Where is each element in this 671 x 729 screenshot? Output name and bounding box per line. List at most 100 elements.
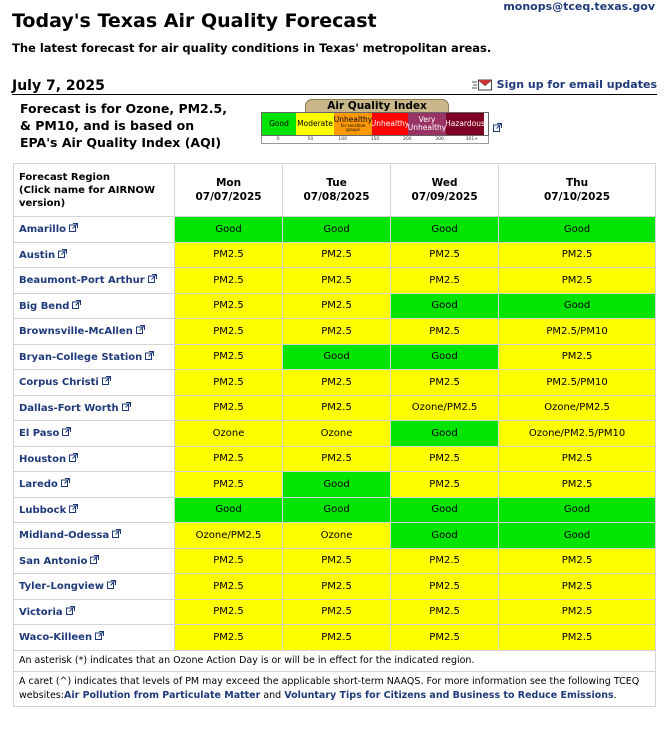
external-link-icon[interactable] (112, 529, 122, 541)
region-cell[interactable]: Victoria (13, 598, 175, 625)
external-link-icon[interactable] (72, 299, 82, 312)
region-link[interactable]: Midland-Odessa (19, 530, 109, 541)
forecast-cell: PM2.5 (173, 624, 284, 651)
external-link-icon[interactable] (90, 554, 100, 567)
region-link[interactable]: Victoria (19, 607, 63, 618)
forecast-cell: Good (282, 471, 392, 498)
region-cell[interactable]: Tyler-Longview (13, 573, 175, 600)
region-link[interactable]: Houston (19, 454, 66, 465)
region-cell[interactable]: Big Bend (13, 292, 175, 319)
region-link[interactable]: Laredo (19, 479, 58, 490)
forecast-cell: Good (498, 292, 656, 319)
voluntary-tips-link[interactable]: Voluntary Tips for Citizens and Business… (284, 690, 613, 701)
table-row: Amarillo Good Good Good Good (13, 216, 656, 243)
forecast-cell: PM2.5 (390, 318, 500, 345)
region-link[interactable]: Lubbock (19, 505, 66, 516)
forecast-cell: Good (282, 496, 392, 523)
forecast-cell: PM2.5 (282, 445, 392, 472)
aqi-legend[interactable]: Air Quality Index Good Moderate Unhealth… (261, 99, 502, 144)
external-link-icon[interactable] (95, 631, 105, 643)
external-link-icon[interactable] (62, 427, 72, 439)
region-cell[interactable]: Houston (13, 445, 175, 472)
region-cell[interactable]: Amarillo (13, 216, 175, 243)
region-link[interactable]: El Paso (19, 428, 59, 439)
table-row: Lubbock Good Good Good Good (13, 496, 656, 523)
forecast-cell: PM2.5 (173, 369, 284, 396)
region-cell[interactable]: Dallas-Fort Worth (13, 394, 175, 421)
external-link-icon[interactable] (65, 605, 75, 618)
region-link[interactable]: Brownsville-McAllen (19, 326, 133, 337)
caret-note-row: A caret (^) indicates that levels of PM … (13, 670, 656, 707)
external-link-icon[interactable] (121, 401, 131, 414)
external-link-icon[interactable] (69, 503, 79, 516)
region-cell[interactable]: Beaumont-Port Arthur (13, 267, 175, 294)
region-link[interactable]: Beaumont-Port Arthur (19, 275, 145, 286)
external-link-icon[interactable] (58, 248, 68, 261)
aqi-scale-tick: 150 (370, 137, 380, 142)
region-cell[interactable]: Corpus Christi (13, 369, 175, 396)
external-link-icon[interactable] (135, 325, 145, 337)
region-link[interactable]: Corpus Christi (19, 377, 99, 388)
region-link[interactable]: Big Bend (19, 301, 69, 312)
particulate-matter-link[interactable]: Air Pollution from Particulate Matter (64, 690, 260, 701)
region-cell[interactable]: Waco-Killeen (13, 624, 175, 651)
forecast-cell: Good (282, 216, 392, 243)
external-link-icon[interactable] (493, 123, 502, 132)
region-cell[interactable]: Lubbock (13, 496, 175, 523)
region-cell[interactable]: Bryan-College Station (13, 343, 175, 370)
aqi-scale-tick: 100 (338, 137, 347, 142)
forecast-cell: PM2.5 (173, 547, 284, 574)
region-cell[interactable]: Midland-Odessa (13, 522, 175, 549)
forecast-cell: Good (390, 420, 500, 447)
region-link[interactable]: Dallas-Fort Worth (19, 403, 119, 414)
forecast-cell: Good (173, 496, 284, 523)
aqi-legend-bar: Good Moderate Unhealthy for sensitive gr… (261, 112, 489, 136)
region-link[interactable]: Bryan-College Station (19, 352, 142, 363)
forecast-cell: PM2.5 (498, 267, 656, 294)
external-link-icon[interactable] (60, 478, 70, 490)
day-name: Thu (565, 177, 589, 189)
table-row: El Paso Ozone Ozone Good Ozone/PM2.5/PM10 (13, 420, 656, 447)
day-name: Mon (215, 177, 242, 189)
external-link-icon[interactable] (106, 580, 116, 592)
day-date: 07/08/2025 (303, 191, 370, 203)
email-signup-label[interactable]: Sign up for email updates (497, 78, 657, 91)
email-signup-link[interactable]: Sign up for email updates (471, 78, 657, 91)
aqi-scale-tick: 300 (435, 137, 444, 142)
forecast-cell: PM2.5 (498, 471, 656, 498)
region-cell[interactable]: El Paso (13, 420, 175, 447)
external-link-icon[interactable] (147, 274, 157, 286)
forecast-cell: Ozone/PM2.5 (498, 394, 656, 421)
forecast-cell: PM2.5 (173, 241, 284, 268)
region-link[interactable]: Austin (19, 250, 55, 261)
forecast-cell: PM2.5/PM10 (498, 318, 656, 345)
forecast-cell: Good (173, 216, 284, 243)
region-link[interactable]: San Antonio (19, 556, 87, 567)
forecast-cell: PM2.5 (498, 598, 656, 625)
forecast-cell: Good (390, 496, 500, 523)
external-link-icon[interactable] (69, 452, 79, 465)
region-cell[interactable]: San Antonio (13, 547, 175, 574)
external-link-icon[interactable] (69, 223, 78, 235)
header-divider (12, 94, 657, 95)
forecast-cell: PM2.5 (282, 573, 392, 600)
forecast-cell: PM2.5 (390, 369, 500, 396)
external-link-icon[interactable] (101, 376, 111, 388)
forecast-cell: PM2.5 (498, 241, 656, 268)
region-cell[interactable]: Laredo (13, 471, 175, 498)
region-link[interactable]: Waco-Killeen (19, 632, 92, 643)
forecast-cell: PM2.5 (173, 318, 284, 345)
contact-email-link[interactable]: monops@tceq.texas.gov (503, 0, 655, 13)
forecast-cell: PM2.5 (498, 343, 656, 370)
region-link[interactable]: Amarillo (19, 224, 66, 235)
table-row: Dallas-Fort Worth PM2.5 PM2.5 Ozone/PM2.5 Oz… (13, 394, 656, 421)
forecast-cell: PM2.5 (173, 445, 284, 472)
region-cell[interactable]: Brownsville-McAllen (13, 318, 175, 345)
forecast-cell: Good (390, 292, 500, 319)
external-link-icon[interactable] (145, 350, 155, 363)
region-link[interactable]: Tyler-Longview (19, 581, 104, 592)
forecast-cell: Good (498, 496, 656, 523)
region-cell[interactable]: Austin (13, 241, 175, 268)
forecast-cell: PM2.5 (498, 445, 656, 472)
forecast-cell: PM2.5 (282, 547, 392, 574)
